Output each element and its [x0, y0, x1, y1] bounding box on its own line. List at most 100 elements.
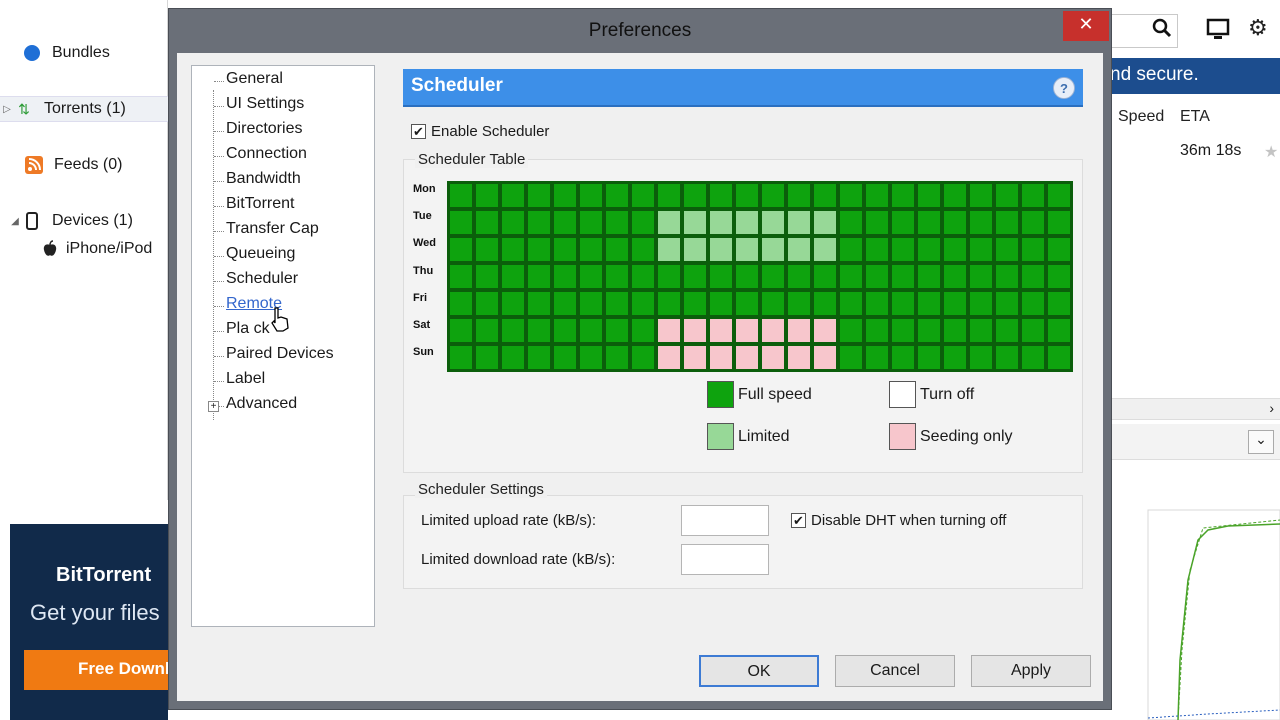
apply-button[interactable]: Apply [971, 655, 1091, 687]
schedule-cell[interactable] [994, 209, 1020, 236]
schedule-cell[interactable] [474, 344, 500, 371]
schedule-cell[interactable] [552, 182, 578, 209]
schedule-cell[interactable] [916, 344, 942, 371]
schedule-cell[interactable] [1020, 263, 1046, 290]
schedule-cell[interactable] [812, 263, 838, 290]
collapse-arrow-icon[interactable]: ◢ [8, 216, 22, 227]
schedule-cell[interactable] [786, 317, 812, 344]
schedule-cell[interactable] [916, 236, 942, 263]
expand-arrow-icon[interactable]: ▷ [0, 104, 14, 115]
schedule-cell[interactable] [1020, 317, 1046, 344]
schedule-cell[interactable] [916, 290, 942, 317]
schedule-cell[interactable] [942, 290, 968, 317]
schedule-cell[interactable] [682, 209, 708, 236]
tree-item-connection[interactable]: Connection [226, 145, 307, 163]
column-header-speed[interactable]: Speed [1118, 108, 1164, 126]
schedule-cell[interactable] [474, 290, 500, 317]
schedule-cell[interactable] [656, 317, 682, 344]
schedule-cell[interactable] [838, 263, 864, 290]
schedule-cell[interactable] [526, 182, 552, 209]
schedule-cell[interactable] [474, 317, 500, 344]
schedule-cell[interactable] [968, 290, 994, 317]
tree-item-advanced[interactable]: Advanced [226, 395, 297, 413]
schedule-cell[interactable] [968, 317, 994, 344]
close-button[interactable]: ✕ [1063, 11, 1109, 41]
schedule-cell[interactable] [604, 209, 630, 236]
schedule-cell[interactable] [864, 182, 890, 209]
schedule-cell[interactable] [526, 317, 552, 344]
schedule-cell[interactable] [578, 209, 604, 236]
sidebar-item-devices[interactable]: ◢ Devices (1) [8, 208, 133, 234]
schedule-cell[interactable] [942, 263, 968, 290]
sidebar-item-bundles[interactable]: Bundles [22, 40, 110, 66]
schedule-cell[interactable] [890, 317, 916, 344]
help-icon[interactable]: ? [1053, 77, 1075, 99]
schedule-cell[interactable] [994, 236, 1020, 263]
schedule-cell[interactable] [552, 317, 578, 344]
schedule-cell[interactable] [474, 263, 500, 290]
schedule-cell[interactable] [760, 236, 786, 263]
schedule-cell[interactable] [578, 344, 604, 371]
schedule-cell[interactable] [604, 236, 630, 263]
schedule-cell[interactable] [526, 263, 552, 290]
schedule-cell[interactable] [786, 290, 812, 317]
schedule-cell[interactable] [526, 290, 552, 317]
checkbox-box[interactable]: ✔ [791, 513, 806, 528]
schedule-cell[interactable] [630, 263, 656, 290]
schedule-cell[interactable] [734, 236, 760, 263]
scheduler-grid[interactable] [447, 181, 1073, 372]
schedule-cell[interactable] [1020, 182, 1046, 209]
schedule-cell[interactable] [474, 182, 500, 209]
schedule-cell[interactable] [838, 317, 864, 344]
schedule-cell[interactable] [942, 209, 968, 236]
schedule-cell[interactable] [838, 209, 864, 236]
schedule-cell[interactable] [448, 317, 474, 344]
tree-item-transfer-cap[interactable]: Transfer Cap [226, 220, 319, 238]
schedule-cell[interactable] [1046, 263, 1072, 290]
schedule-cell[interactable] [968, 263, 994, 290]
schedule-cell[interactable] [448, 209, 474, 236]
schedule-cell[interactable] [500, 344, 526, 371]
remote-screen-icon[interactable] [1206, 18, 1230, 46]
tree-item-paired-devices[interactable]: Paired Devices [226, 345, 334, 363]
schedule-cell[interactable] [656, 290, 682, 317]
schedule-cell[interactable] [578, 263, 604, 290]
enable-scheduler-checkbox[interactable]: ✔ Enable Scheduler [411, 123, 549, 140]
schedule-cell[interactable] [500, 236, 526, 263]
schedule-cell[interactable] [500, 290, 526, 317]
schedule-cell[interactable] [812, 236, 838, 263]
schedule-cell[interactable] [760, 290, 786, 317]
schedule-cell[interactable] [864, 290, 890, 317]
schedule-cell[interactable] [656, 209, 682, 236]
security-banner[interactable]: nd secure. [1108, 58, 1280, 94]
schedule-cell[interactable] [578, 290, 604, 317]
schedule-cell[interactable] [916, 263, 942, 290]
schedule-cell[interactable] [968, 344, 994, 371]
schedule-cell[interactable] [448, 263, 474, 290]
cancel-button[interactable]: Cancel [835, 655, 955, 687]
schedule-cell[interactable] [786, 209, 812, 236]
sidebar-item-iphone[interactable]: iPhone/iPod [40, 236, 152, 262]
schedule-cell[interactable] [448, 182, 474, 209]
schedule-cell[interactable] [500, 182, 526, 209]
schedule-cell[interactable] [630, 317, 656, 344]
schedule-cell[interactable] [916, 182, 942, 209]
schedule-cell[interactable] [682, 317, 708, 344]
schedule-cell[interactable] [864, 209, 890, 236]
schedule-cell[interactable] [552, 209, 578, 236]
star-icon[interactable]: ★ [1264, 142, 1278, 162]
schedule-cell[interactable] [994, 263, 1020, 290]
schedule-cell[interactable] [916, 317, 942, 344]
schedule-cell[interactable] [916, 209, 942, 236]
sidebar-item-torrents[interactable]: ▷ ⇅ Torrents (1) [0, 96, 168, 122]
schedule-cell[interactable] [604, 182, 630, 209]
schedule-cell[interactable] [552, 263, 578, 290]
schedule-cell[interactable] [838, 236, 864, 263]
gear-icon[interactable]: ⚙ [1248, 15, 1268, 41]
ad-banner[interactable]: BitTorrent Get your files Free Downl [10, 524, 168, 720]
schedule-cell[interactable] [708, 209, 734, 236]
schedule-cell[interactable] [1020, 290, 1046, 317]
schedule-cell[interactable] [708, 236, 734, 263]
schedule-cell[interactable] [786, 236, 812, 263]
schedule-cell[interactable] [448, 344, 474, 371]
